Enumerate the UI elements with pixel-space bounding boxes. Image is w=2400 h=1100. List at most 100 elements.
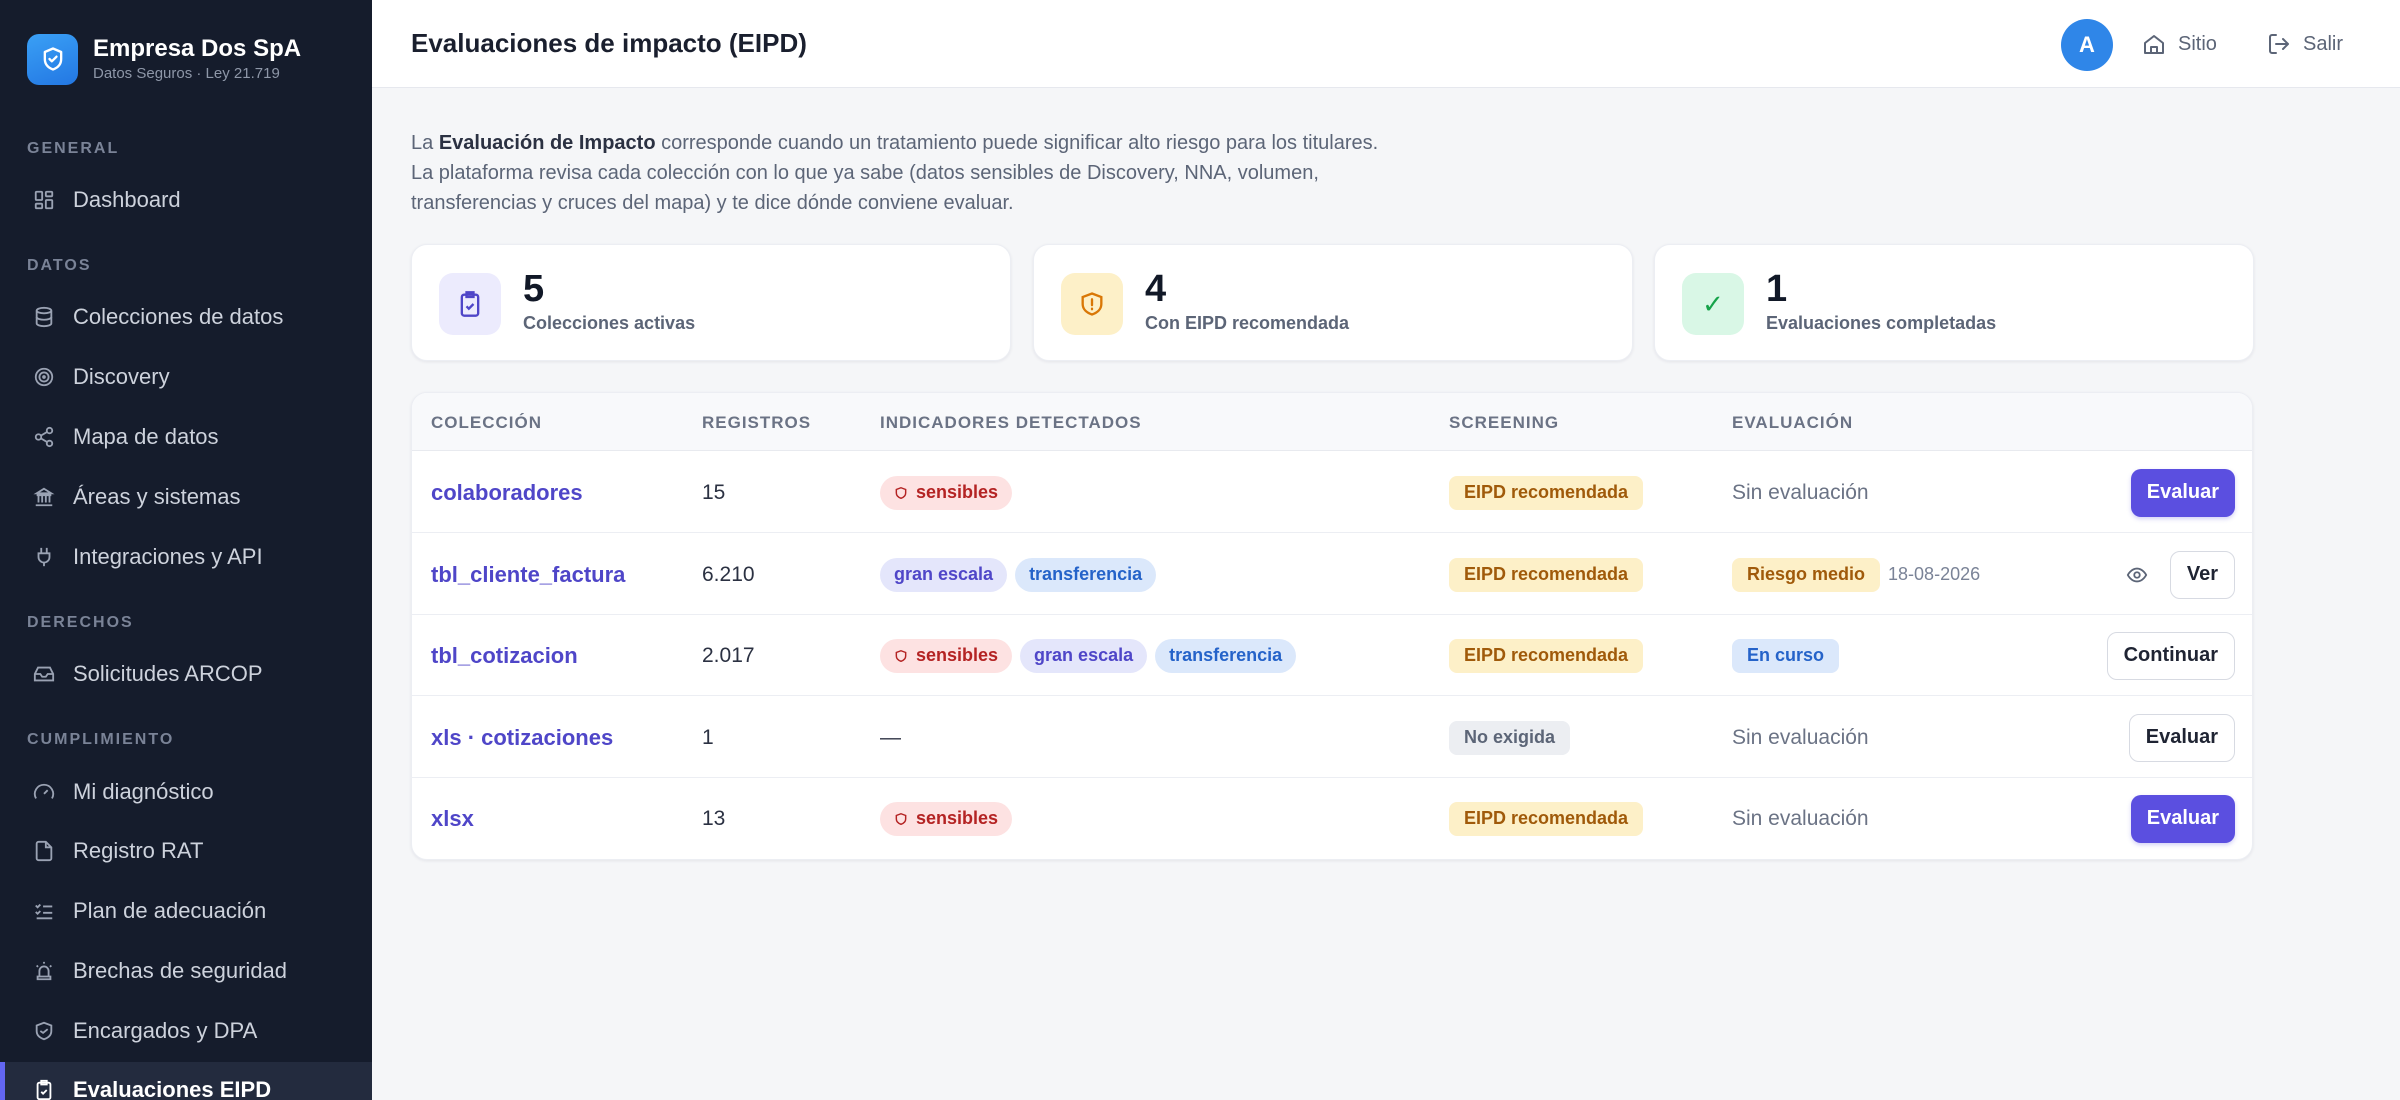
brand[interactable]: Empresa Dos SpA Datos Seguros · Ley 21.7… xyxy=(27,33,301,85)
sidebar-item-discovery[interactable]: Discovery xyxy=(0,349,372,405)
home-icon xyxy=(2144,35,2164,54)
stat-value: 4 xyxy=(1145,268,1167,310)
records-count: 6.210 xyxy=(702,562,755,586)
eye-icon[interactable] xyxy=(2122,560,2152,590)
column-header-evaluacion: EVALUACIÓN xyxy=(1732,413,1854,432)
sidebar-item-integraciones[interactable]: Integraciones y API xyxy=(0,529,372,585)
table-row: tbl_cotizacion 2.017 sensibles gran esca… xyxy=(412,615,2252,696)
table-row: xls · cotizaciones 1 — No exigida Sin ev… xyxy=(412,697,2252,778)
checklist-icon xyxy=(31,898,57,924)
grid-icon xyxy=(31,187,57,213)
table-row: colaboradores 15 sensibles EIPD recomend… xyxy=(412,452,2252,533)
indicator-chip-sensibles: sensibles xyxy=(880,638,1013,673)
site-link[interactable]: Sitio xyxy=(2142,26,2217,62)
brand-subtitle: Datos Seguros · Ley 21.719 xyxy=(93,65,280,82)
sidebar-item-label: Mapa de datos xyxy=(73,424,219,449)
sidebar-item-label: Mi diagnóstico xyxy=(73,779,214,804)
evaluar-button[interactable]: Evaluar xyxy=(2130,794,2235,843)
table-row: tbl_cliente_factura 6.210 gran escala tr… xyxy=(412,534,2252,615)
screening-badge: EIPD recomendada xyxy=(1449,801,1644,836)
stat-value: 1 xyxy=(1766,268,1788,310)
intro-line-3: transferencias y cruces del mapa) y te d… xyxy=(411,192,1014,214)
intro-prefix: La xyxy=(411,132,439,154)
sidebar-item-dashboard[interactable]: Dashboard xyxy=(0,172,372,228)
risk-badge: Riesgo medio xyxy=(1732,557,1881,592)
column-header-screening: SCREENING xyxy=(1449,413,1560,432)
intro-suffix: corresponde cuando un tratamiento puede … xyxy=(655,132,1379,154)
sidebar-item-diagnostico[interactable]: Mi diagnóstico xyxy=(0,764,372,820)
collection-link[interactable]: colaboradores xyxy=(431,480,583,506)
column-header-coleccion: COLECCIÓN xyxy=(431,413,542,432)
top-bar: Evaluaciones de impacto (EIPD) A Sitio S… xyxy=(372,0,2400,88)
page-title: Evaluaciones de impacto (EIPD) xyxy=(411,28,807,58)
indicator-chip-sensibles: sensibles xyxy=(880,801,1013,836)
collection-link[interactable]: tbl_cotizacion xyxy=(431,643,578,669)
stat-card-eipd-recomendada: 4 Con EIPD recomendada xyxy=(1033,244,1633,361)
sidebar-item-mapa[interactable]: Mapa de datos xyxy=(0,409,372,465)
sidebar-item-label: Registro RAT xyxy=(73,838,204,863)
intro-bold: Evaluación de Impacto xyxy=(438,132,656,154)
plug-icon xyxy=(31,544,57,570)
records-count: 1 xyxy=(702,725,714,749)
evaluar-button[interactable]: Evaluar xyxy=(2128,713,2235,762)
sidebar-item-areas[interactable]: Áreas y sistemas xyxy=(0,469,372,525)
sidebar-item-label: Integraciones y API xyxy=(73,544,263,569)
table-header: COLECCIÓN REGISTROS INDICADORES DETECTAD… xyxy=(412,393,2252,451)
in-progress-badge: En curso xyxy=(1732,638,1840,673)
collections-table: COLECCIÓN REGISTROS INDICADORES DETECTAD… xyxy=(411,392,2253,860)
logout-link[interactable]: Salir xyxy=(2267,26,2343,62)
collection-link[interactable]: tbl_cliente_factura xyxy=(431,562,625,588)
continuar-button[interactable]: Continuar xyxy=(2106,631,2235,680)
screening-badge: No exigida xyxy=(1449,720,1571,755)
records-count: 2.017 xyxy=(702,643,755,667)
inbox-icon xyxy=(31,661,57,687)
sidebar-item-registro-rat[interactable]: Registro RAT xyxy=(0,823,372,879)
indicator-chip-gran-escala: gran escala xyxy=(880,557,1008,592)
radar-icon xyxy=(31,364,57,390)
stat-card-completadas: ✓ 1 Evaluaciones completadas xyxy=(1654,244,2254,361)
sidebar-item-label: Brechas de seguridad xyxy=(73,958,288,983)
stat-value: 5 xyxy=(523,268,545,310)
sidebar-item-brechas[interactable]: Brechas de seguridad xyxy=(0,943,372,999)
sidebar-item-label: Evaluaciones EIPD xyxy=(73,1077,272,1100)
database-icon xyxy=(31,304,57,330)
avatar[interactable]: A xyxy=(2061,19,2113,71)
sidebar: Empresa Dos SpA Datos Seguros · Ley 21.7… xyxy=(0,0,372,1100)
evaluation-status: Sin evaluación xyxy=(1732,725,1869,749)
screening-badge: EIPD recomendada xyxy=(1449,475,1644,510)
shield-alert-icon xyxy=(1061,273,1123,335)
collection-link[interactable]: xlsx xyxy=(431,806,474,832)
sidebar-item-label: Solicitudes ARCOP xyxy=(73,661,263,686)
logout-link-label: Salir xyxy=(2303,32,2344,55)
screening-badge: EIPD recomendada xyxy=(1449,638,1644,673)
indicator-chip-gran-escala: gran escala xyxy=(1020,638,1148,673)
clipboard-check-icon xyxy=(439,273,501,335)
intro-text: La Evaluación de Impacto corresponde cua… xyxy=(411,128,1511,218)
shield-icon xyxy=(895,812,907,825)
evaluar-button[interactable]: Evaluar xyxy=(2130,468,2235,517)
evaluation-status: Sin evaluación xyxy=(1732,480,1869,504)
ver-button[interactable]: Ver xyxy=(2169,550,2235,599)
records-count: 13 xyxy=(702,806,726,830)
sidebar-item-evaluaciones-eipd[interactable]: Evaluaciones EIPD xyxy=(0,1062,372,1100)
stat-label: Colecciones activas xyxy=(523,313,696,333)
sidebar-item-encargados[interactable]: Encargados y DPA xyxy=(0,1003,372,1059)
stat-label: Evaluaciones completadas xyxy=(1766,313,1997,333)
gauge-icon xyxy=(31,779,57,805)
share-icon xyxy=(31,424,57,450)
column-header-indicadores: INDICADORES DETECTADOS xyxy=(880,413,1142,432)
collection-link[interactable]: xls · cotizaciones xyxy=(431,725,613,751)
check-icon: ✓ xyxy=(1682,273,1744,335)
records-count: 15 xyxy=(702,480,726,504)
evaluation-date: 18-08-2026 xyxy=(1888,564,1981,584)
nav-section-derechos: DERECHOS xyxy=(27,614,134,631)
sidebar-item-colecciones[interactable]: Colecciones de datos xyxy=(0,289,372,345)
building-icon xyxy=(31,484,57,510)
screening-badge: EIPD recomendada xyxy=(1449,557,1644,592)
sidebar-item-plan[interactable]: Plan de adecuación xyxy=(0,883,372,939)
stat-card-colecciones: 5 Colecciones activas xyxy=(411,244,1011,361)
sidebar-item-solicitudes[interactable]: Solicitudes ARCOP xyxy=(0,646,372,702)
nav-section-datos: DATOS xyxy=(27,257,92,274)
file-icon xyxy=(31,838,57,864)
sidebar-item-label: Encargados y DPA xyxy=(73,1018,258,1043)
